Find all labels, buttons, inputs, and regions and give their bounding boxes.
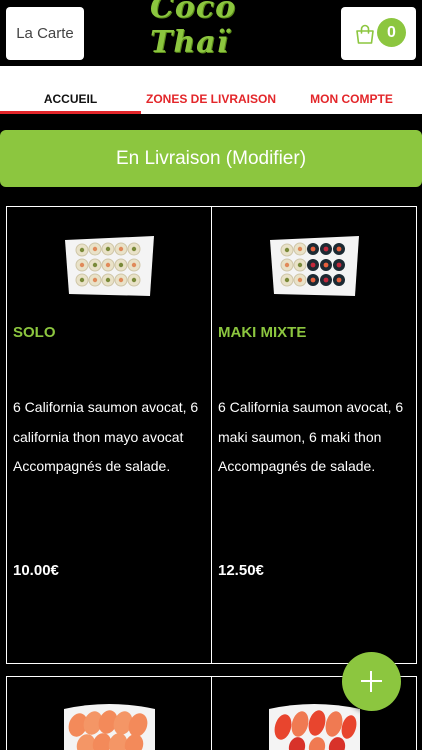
tab-zones-de-livraison[interactable]: ZONES DE LIVRAISON <box>141 92 281 106</box>
product-image <box>64 704 155 750</box>
product-title: MAKI MIXTE <box>218 324 307 341</box>
tab-accueil[interactable]: ACCUEIL <box>0 92 141 106</box>
product-description: 6 California saumon avocat, 6 california… <box>13 399 199 474</box>
product-title: SOLO <box>13 324 56 341</box>
product-image <box>270 236 359 296</box>
menu-button[interactable]: La Carte <box>6 7 84 60</box>
product-image <box>269 704 360 750</box>
tab-mon-compte[interactable]: MON COMPTE <box>281 92 422 106</box>
cart-button[interactable]: 0 <box>341 7 416 60</box>
product-price: 10.00€ <box>13 562 59 579</box>
logo-text: Coco Thaï <box>150 0 237 60</box>
add-button[interactable] <box>342 652 401 711</box>
nav-tabs: ACCUEIL ZONES DE LIVRAISON MON COMPTE <box>0 66 422 114</box>
app-header: La Carte Coco Thaï 0 <box>0 0 422 66</box>
delivery-mode-button[interactable]: En Livraison (Modifier) <box>0 130 422 187</box>
product-card[interactable]: MAKI MIXTE 6 California saumon avocat, 6… <box>211 206 417 664</box>
product-card[interactable]: SOLO 6 California saumon avocat, 6 calif… <box>6 206 212 664</box>
product-description: 6 California saumon avocat, 6 maki saumo… <box>218 399 404 474</box>
product-image <box>65 236 154 296</box>
active-tab-indicator <box>0 111 141 114</box>
shopping-bag-icon <box>356 24 374 44</box>
logo: Coco Thaï <box>150 0 275 60</box>
product-price: 12.50€ <box>218 562 264 579</box>
cart-count-badge: 0 <box>377 18 406 47</box>
product-card[interactable] <box>6 676 212 750</box>
